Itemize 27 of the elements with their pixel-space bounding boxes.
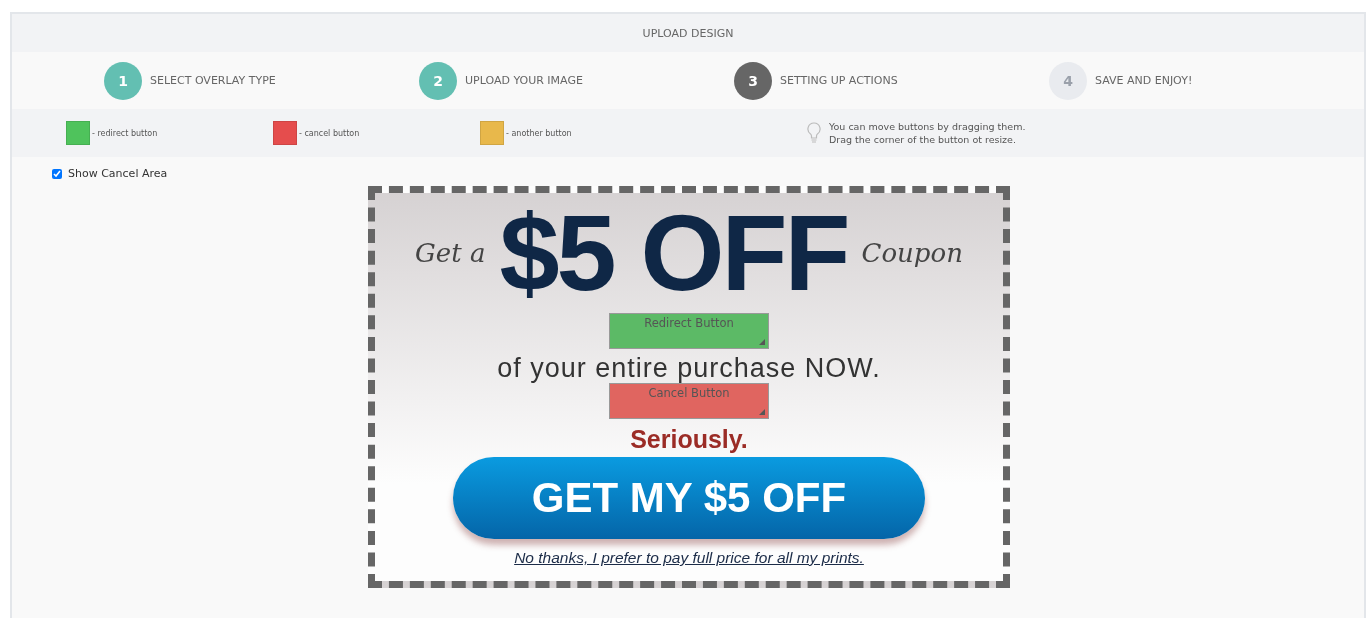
coupon-lead-text: Get a xyxy=(415,238,486,268)
coupon-cta-button[interactable]: GET MY $5 OFF xyxy=(453,457,925,539)
page-title: UPLOAD DESIGN xyxy=(642,26,734,40)
legend-label: - cancel button xyxy=(299,128,360,138)
coupon-subline: of your entire purchase NOW. xyxy=(497,353,881,383)
step-label: UPLOAD YOUR IMAGE xyxy=(465,74,583,87)
step-label: SETTING UP ACTIONS xyxy=(780,74,898,87)
coupon-note: Seriously. xyxy=(630,425,748,453)
step-number: 3 xyxy=(734,61,772,100)
coupon-trail-text: Coupon xyxy=(861,238,963,268)
legend-label: - another button xyxy=(506,128,572,138)
cancel-overlay-button[interactable]: Cancel Button xyxy=(609,383,769,419)
decline-link[interactable]: No thanks, I prefer to pay full price for all my prints. xyxy=(514,549,864,567)
resize-handle-icon[interactable] xyxy=(759,409,765,415)
resize-handle-icon[interactable] xyxy=(759,339,765,345)
tip-text: You can move buttons by dragging them. Drag the corner of the button ot resize. xyxy=(829,120,1026,146)
lightbulb-icon xyxy=(807,122,821,144)
coupon-headline: $5 OFF xyxy=(499,197,848,309)
step-number: 4 xyxy=(1049,61,1087,100)
checkbox-label: Show Cancel Area xyxy=(68,167,168,180)
show-cancel-area-checkbox[interactable] xyxy=(52,168,62,179)
step-label: SELECT OVERLAY TYPE xyxy=(150,74,276,87)
step-number: 1 xyxy=(104,61,142,100)
legend-label: - redirect button xyxy=(92,128,158,138)
redirect-overlay-button[interactable]: Redirect Button xyxy=(609,313,769,349)
step-label: SAVE AND ENJOY! xyxy=(1095,74,1193,87)
step-number: 2 xyxy=(419,61,457,100)
